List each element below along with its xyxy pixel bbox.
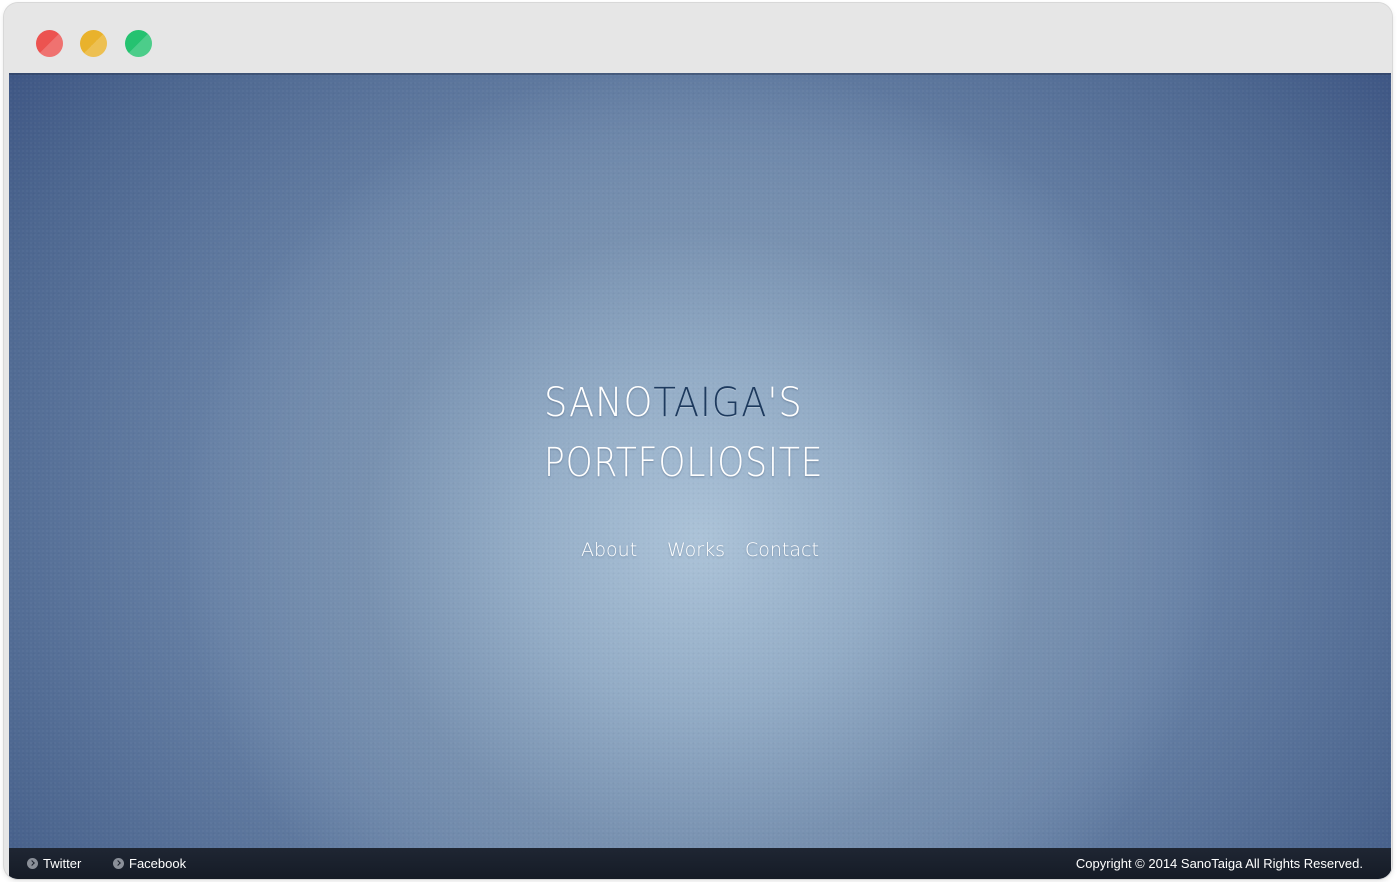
page-footer: Twitter Facebook Copyright © 2014 SanoTa…: [9, 848, 1391, 879]
logo-first-name: SANO: [544, 380, 654, 426]
copyright-text: Copyright © 2014 SanoTaiga All Rights Re…: [1075, 856, 1363, 871]
logo-title-line: SANOTAIGA'S: [544, 379, 803, 427]
footer-facebook-label: Facebook: [129, 856, 187, 871]
footer-twitter-link[interactable]: Twitter: [27, 856, 81, 872]
logo-subtitle-line: PORTFOLIOSITE: [544, 440, 824, 486]
logo-last-name: TAIGA: [653, 380, 768, 426]
nav-contact-link[interactable]: Contact: [745, 537, 819, 563]
minimize-window-button[interactable]: [80, 30, 107, 57]
nav-about-link[interactable]: About: [581, 537, 637, 563]
browser-window: SANOTAIGA'S PORTFOLIOSITE About Works Co…: [4, 3, 1392, 879]
main-nav: About Works Contact: [9, 537, 1391, 567]
close-window-button[interactable]: [36, 30, 63, 57]
chevron-circle-icon: [27, 858, 38, 869]
footer-facebook-link[interactable]: Facebook: [113, 856, 186, 872]
chevron-circle-icon: [113, 858, 124, 869]
nav-works-link[interactable]: Works: [667, 537, 725, 563]
maximize-window-button[interactable]: [125, 30, 152, 57]
title-bar: [4, 3, 1392, 73]
logo-possessive: 'S: [767, 380, 803, 426]
page-viewport: SANOTAIGA'S PORTFOLIOSITE About Works Co…: [9, 73, 1391, 879]
footer-twitter-label: Twitter: [43, 856, 82, 871]
